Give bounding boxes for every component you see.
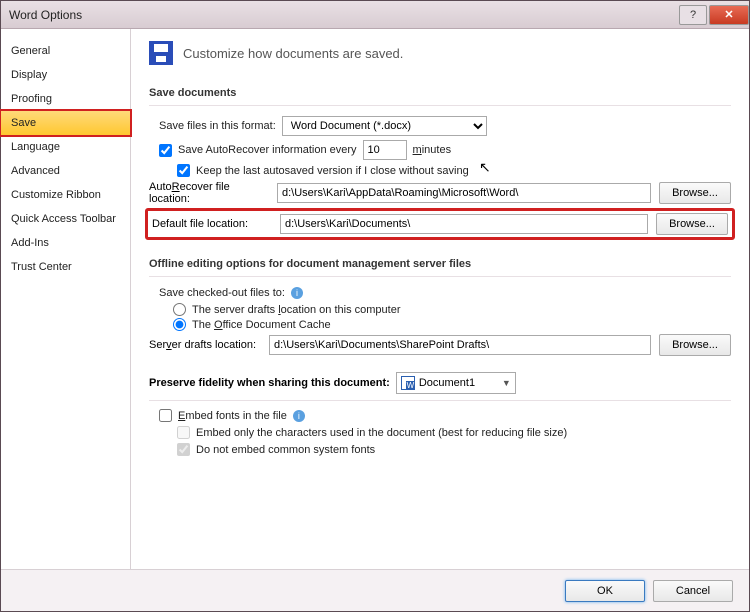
autorecover-label-post: minutes <box>413 144 452 156</box>
embed-only-label: Embed only the characters used in the do… <box>196 427 567 439</box>
section-fidelity: Preserve fidelity when sharing this docu… <box>149 377 390 389</box>
fidelity-document-select[interactable]: Document1 ▼ <box>396 372 516 394</box>
section-offline: Offline editing options for document man… <box>149 254 731 277</box>
chevron-down-icon: ▼ <box>502 378 511 388</box>
close-button[interactable]: ✕ <box>709 5 749 25</box>
embed-fonts-label: Embed fonts in the file <box>178 410 287 422</box>
sidebar-item-general[interactable]: General <box>1 39 130 63</box>
page-heading: Customize how documents are saved. <box>183 46 403 61</box>
server-drafts-label: The server drafts location on this compu… <box>192 304 401 316</box>
keep-last-label: Keep the last autosaved version if I clo… <box>196 165 469 177</box>
embed-only-checkbox <box>177 426 190 439</box>
info-icon[interactable]: i <box>291 287 303 299</box>
sidebar-item-trust-center[interactable]: Trust Center <box>1 255 130 279</box>
autorecover-loc-label: AutoRecover file location: <box>149 181 269 205</box>
autorecover-checkbox[interactable] <box>159 144 172 157</box>
sidebar-item-quick-access[interactable]: Quick Access Toolbar <box>1 207 130 231</box>
content-pane: Customize how documents are saved. Save … <box>131 29 749 569</box>
save-icon <box>149 41 173 65</box>
window-title: Word Options <box>9 8 82 22</box>
sidebar-item-customize-ribbon[interactable]: Customize Ribbon <box>1 183 130 207</box>
server-drafts-radio[interactable] <box>173 303 186 316</box>
sidebar-item-proofing[interactable]: Proofing <box>1 87 130 111</box>
ok-button[interactable]: OK <box>565 580 645 602</box>
autorecover-label-pre: Save AutoRecover information every <box>178 144 357 156</box>
sidebar-item-addins[interactable]: Add-Ins <box>1 231 130 255</box>
default-loc-browse-button[interactable]: Browse... <box>656 213 728 235</box>
autorecover-loc-input[interactable] <box>277 183 651 203</box>
window-controls: ? ✕ <box>677 5 749 25</box>
section-save-documents: Save documents <box>149 83 731 106</box>
fidelity-doc-name: Document1 <box>419 377 475 389</box>
help-button[interactable]: ? <box>679 5 707 25</box>
word-doc-icon <box>401 376 415 390</box>
sidebar-item-advanced[interactable]: Advanced <box>1 159 130 183</box>
sidebar-item-save[interactable]: Save <box>0 109 132 137</box>
keep-last-checkbox[interactable] <box>177 164 190 177</box>
cancel-button[interactable]: Cancel <box>653 580 733 602</box>
office-cache-radio[interactable] <box>173 318 186 331</box>
default-loc-label: Default file location: <box>152 218 272 230</box>
autorecover-browse-button[interactable]: Browse... <box>659 182 731 204</box>
drafts-browse-button[interactable]: Browse... <box>659 334 731 356</box>
drafts-loc-input[interactable] <box>269 335 651 355</box>
sidebar-item-display[interactable]: Display <box>1 63 130 87</box>
autorecover-minutes-input[interactable] <box>363 140 407 160</box>
word-options-dialog: Word Options ? ✕ General Display Proofin… <box>0 0 750 612</box>
dialog-footer: OK Cancel <box>1 569 749 611</box>
sidebar-item-language[interactable]: Language <box>1 135 130 159</box>
titlebar: Word Options ? ✕ <box>1 1 749 29</box>
sidebar: General Display Proofing Save Language A… <box>1 29 131 569</box>
office-cache-label: The Office Document Cache <box>192 319 331 331</box>
checked-out-label: Save checked-out files to: <box>159 287 285 299</box>
drafts-loc-label: Server drafts location: <box>149 339 261 351</box>
no-common-fonts-checkbox <box>177 443 190 456</box>
default-loc-input[interactable] <box>280 214 648 234</box>
save-format-label: Save files in this format: <box>159 120 276 132</box>
no-common-fonts-label: Do not embed common system fonts <box>196 444 375 456</box>
embed-fonts-checkbox[interactable] <box>159 409 172 422</box>
save-format-select[interactable]: Word Document (*.docx) <box>282 116 487 136</box>
default-location-row: Default file location: Browse... <box>145 208 735 240</box>
info-icon-embed[interactable]: i <box>293 410 305 422</box>
